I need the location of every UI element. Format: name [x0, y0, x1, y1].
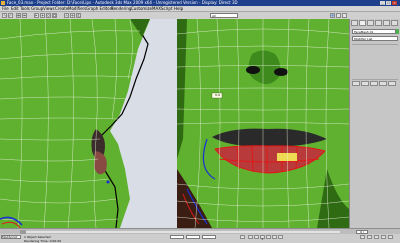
menu-maxscript[interactable]: MAXScript [152, 6, 173, 11]
close-button[interactable]: × [392, 1, 397, 5]
zoom-icon[interactable] [360, 235, 365, 239]
command-panel: FaceMesh 01 Modifier List [349, 19, 400, 228]
configure-modifier-sets-button[interactable] [388, 81, 396, 86]
right-viewport-canvas [177, 19, 349, 228]
remove-modifier-button[interactable] [379, 81, 387, 86]
viewport-left[interactable] [0, 19, 177, 228]
z-coordinate-field[interactable] [202, 235, 216, 239]
maxscript-listener[interactable]: MAXScript [1, 235, 21, 239]
panel-divider [352, 79, 398, 80]
left-viewport-canvas [0, 19, 177, 228]
utilities-tab-icon[interactable] [391, 20, 398, 26]
x-coordinate-field[interactable] [170, 235, 184, 239]
menu-help[interactable]: Help [174, 6, 183, 11]
redo-icon[interactable] [8, 13, 13, 18]
viewport-right[interactable]: 0.9 [177, 19, 349, 228]
pan-icon[interactable] [367, 235, 372, 239]
link-icon[interactable] [16, 13, 21, 18]
menu-graph-editors[interactable]: Graph Editors [86, 6, 113, 11]
snap-icon[interactable] [64, 13, 69, 18]
align-icon[interactable] [76, 13, 81, 18]
time-track[interactable] [20, 231, 340, 233]
modify-tab-icon[interactable] [359, 20, 366, 26]
pin-stack-button[interactable] [352, 81, 360, 86]
motion-tab-icon[interactable] [375, 20, 382, 26]
menu-create[interactable]: Create [55, 6, 68, 11]
show-end-result-button[interactable] [361, 81, 369, 86]
render-icon[interactable] [330, 13, 335, 18]
menu-file[interactable]: File [2, 6, 9, 11]
render-setup-button[interactable] [336, 13, 341, 18]
menu-customize[interactable]: Customize [131, 6, 152, 11]
play-icon[interactable] [260, 235, 265, 240]
object-color-swatch[interactable] [396, 29, 399, 34]
unlink-icon[interactable] [22, 13, 27, 18]
app-icon[interactable] [1, 1, 5, 5]
select-icon[interactable] [34, 13, 39, 18]
menu-edit[interactable]: Edit [11, 6, 19, 11]
y-coordinate-field[interactable] [186, 235, 200, 239]
menu-group[interactable]: Group [31, 6, 43, 11]
undo-icon[interactable] [2, 13, 7, 18]
maximize-button[interactable]: □ [386, 1, 391, 5]
mirror-icon[interactable] [70, 13, 75, 18]
quick-render-button[interactable] [342, 13, 347, 18]
make-unique-button[interactable] [370, 81, 378, 86]
menu-tools[interactable]: Tools [20, 6, 30, 11]
menu-modifiers[interactable]: Modifiers [68, 6, 86, 11]
orbit-icon[interactable] [374, 235, 379, 239]
menu-views[interactable]: Views [43, 6, 55, 11]
scale-icon[interactable] [52, 13, 57, 18]
rotate-icon[interactable] [46, 13, 51, 18]
object-name-field[interactable]: FaceMesh 01 [352, 29, 396, 34]
command-panel-tabs [351, 20, 399, 26]
selection-filter-dropdown[interactable]: All [210, 13, 238, 18]
menu-rendering[interactable]: Rendering [111, 6, 131, 11]
maximize-viewport-button[interactable] [388, 235, 393, 239]
goto-end-button[interactable] [272, 235, 277, 239]
prev-frame-button[interactable] [254, 235, 259, 239]
display-tab-icon[interactable] [383, 20, 390, 26]
move-icon[interactable] [40, 13, 45, 18]
goto-start-button[interactable] [248, 235, 253, 239]
render-time-status: Rendering Time: 0:00:00 [24, 239, 62, 243]
next-frame-button[interactable] [266, 235, 271, 239]
stop-icon[interactable] [278, 235, 283, 239]
panel-divider [352, 44, 398, 45]
key-icon[interactable] [240, 235, 245, 239]
create-tab-icon[interactable] [351, 20, 358, 26]
hierarchy-tab-icon[interactable] [367, 20, 374, 26]
status-bar: MAXScript 1 Object Selected Rendering Ti… [0, 234, 400, 243]
modifier-list-dropdown[interactable]: Modifier List [352, 36, 398, 41]
minimize-button[interactable]: _ [380, 1, 385, 5]
lip-pin-label: 0.9 [215, 93, 220, 97]
zoom-extents-button[interactable] [381, 235, 386, 239]
